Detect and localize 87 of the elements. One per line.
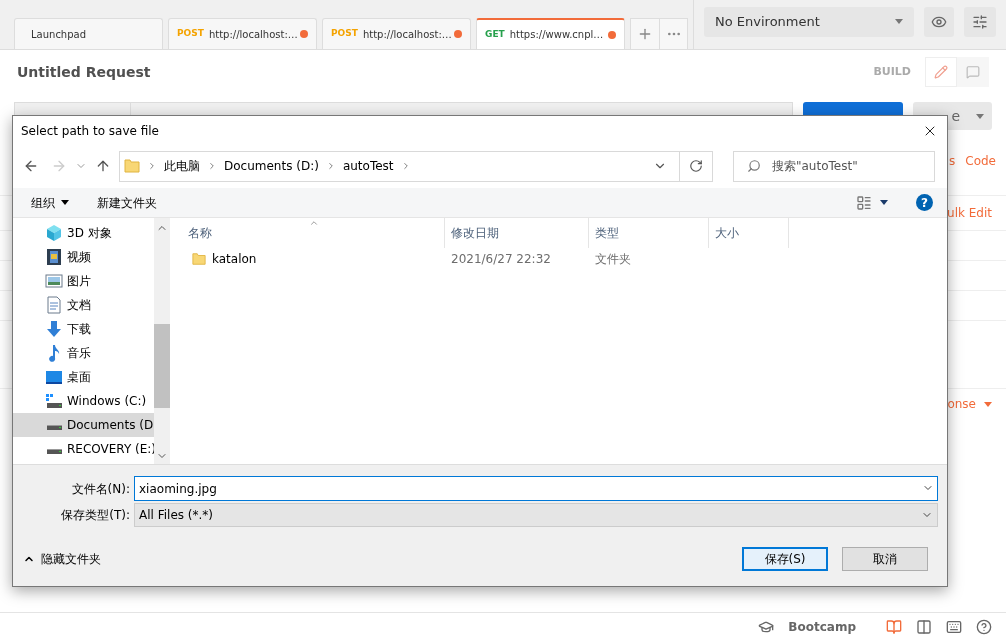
- bootcamp-link[interactable]: Bootcamp: [788, 618, 856, 636]
- chevron-icon: [207, 161, 217, 171]
- request-title: Untitled Request: [17, 62, 152, 82]
- file-name-cell[interactable]: katalon: [212, 250, 257, 268]
- navigation-item[interactable]: 视频: [13, 245, 154, 269]
- caret-icon[interactable]: [984, 401, 992, 407]
- column-header[interactable]: 名称: [170, 218, 445, 248]
- type-cell-text: 文件夹: [594, 251, 632, 268]
- dialog-button[interactable]: 取消: [842, 547, 928, 571]
- address-bar[interactable]: 此电脑 Documents (D:) autoTest: [119, 150, 713, 182]
- system-drive-icon: [45, 392, 63, 410]
- request-tab[interactable]: GET https://www.cnpl…: [476, 18, 625, 49]
- folder-icon: [192, 251, 206, 267]
- navigation-item[interactable]: 图片: [13, 269, 154, 293]
- settings-button[interactable]: [964, 6, 996, 37]
- modified-date-cell-text: 2021/6/27 22:32: [450, 251, 552, 268]
- request-tab[interactable]: Launchpad: [14, 18, 163, 49]
- column-header[interactable]: 类型: [589, 218, 709, 248]
- caret-icon[interactable]: [895, 19, 903, 24]
- plus-icon: [637, 26, 653, 42]
- tab-title: https://www.cnpl…: [509, 28, 603, 42]
- file-type-select[interactable]: All Files (*.*): [134, 503, 938, 527]
- back-arrow-icon: [23, 158, 39, 174]
- help-icon[interactable]: [976, 619, 992, 635]
- desktop-icon: [45, 368, 63, 386]
- navigation-item[interactable]: 文档: [13, 293, 154, 317]
- keyboard-icon[interactable]: [946, 619, 962, 635]
- scrollbar[interactable]: [154, 218, 170, 464]
- sliders-icon: [972, 13, 988, 30]
- navigation-item[interactable]: Documents (D: [13, 413, 154, 437]
- eye-button[interactable]: [924, 6, 954, 37]
- help-button[interactable]: ?: [916, 194, 933, 211]
- search-icon: [747, 158, 761, 173]
- tab-title: http://localhost:…: [208, 27, 295, 42]
- request-tab[interactable]: POST http://localhost:…: [322, 18, 471, 49]
- response-label: onse: [947, 396, 976, 413]
- navigation-item[interactable]: 桌面: [13, 365, 154, 389]
- up-button[interactable]: [95, 158, 111, 174]
- search-field[interactable]: 搜索"autoTest": [733, 150, 935, 182]
- navigation-item[interactable]: 音乐: [13, 341, 154, 365]
- column-header[interactable]: 大小: [709, 218, 789, 248]
- chevron-icon: [147, 161, 157, 171]
- graduation-cap-icon: [758, 619, 775, 635]
- caret-icon[interactable]: [976, 113, 984, 119]
- download-arrow-icon: [45, 320, 63, 338]
- breadcrumb-item[interactable]: 此电脑: [164, 157, 200, 175]
- comment-icon: [966, 65, 980, 79]
- drive-icon: [46, 424, 62, 430]
- navigation-item[interactable]: 下载: [13, 317, 154, 341]
- tab-title: http://localhost:…: [362, 27, 449, 42]
- book-icon[interactable]: [886, 619, 902, 635]
- tab-title: Launchpad: [30, 27, 88, 42]
- back-button[interactable]: [23, 158, 39, 174]
- hide-folders-button[interactable]: 隐藏文件夹: [23, 550, 101, 568]
- caret-icon: [61, 200, 69, 205]
- folder-icon: [124, 157, 140, 175]
- navigation-item[interactable]: 3D 对象: [13, 221, 154, 245]
- file-type-label: 保存类型(T):: [60, 507, 131, 524]
- column-header[interactable]: 修改日期: [445, 218, 589, 248]
- file-name-field[interactable]: xiaoming.jpg: [134, 476, 938, 501]
- view-options-icon[interactable]: [856, 194, 872, 211]
- drive-icon: [46, 448, 62, 454]
- method-label: POST: [177, 27, 204, 41]
- breadcrumb-item[interactable]: autoTest: [342, 157, 394, 175]
- dialog-button[interactable]: 保存(S): [742, 547, 828, 571]
- picture-icon: [45, 272, 63, 290]
- two-pane-icon[interactable]: [916, 619, 932, 635]
- view-caret-icon[interactable]: [880, 200, 888, 205]
- method-label: POST: [331, 27, 358, 41]
- document-icon: [45, 296, 63, 314]
- save-button-text: e: [951, 106, 960, 126]
- refresh-icon: [689, 159, 703, 173]
- forward-arrow-icon: [51, 158, 67, 174]
- edit-button[interactable]: [925, 57, 957, 87]
- navigation-item[interactable]: Windows (C:): [13, 389, 154, 413]
- build-label: BUILD: [873, 63, 911, 80]
- breadcrumb-item[interactable]: Documents (D:): [224, 157, 319, 175]
- film-icon: [45, 248, 63, 266]
- cube-icon: [45, 224, 63, 242]
- environment-select[interactable]: No Environment: [704, 6, 914, 37]
- file-name-label: 文件名(N):: [70, 480, 131, 498]
- request-tab[interactable]: POST http://localhost:…: [168, 18, 317, 49]
- method-label: GET: [485, 27, 505, 41]
- pencil-icon: [934, 65, 948, 79]
- new-folder-button[interactable]: 新建文件夹: [97, 193, 157, 212]
- organize-menu[interactable]: 组织: [31, 193, 69, 212]
- dialog-title: Select path to save file: [21, 123, 160, 140]
